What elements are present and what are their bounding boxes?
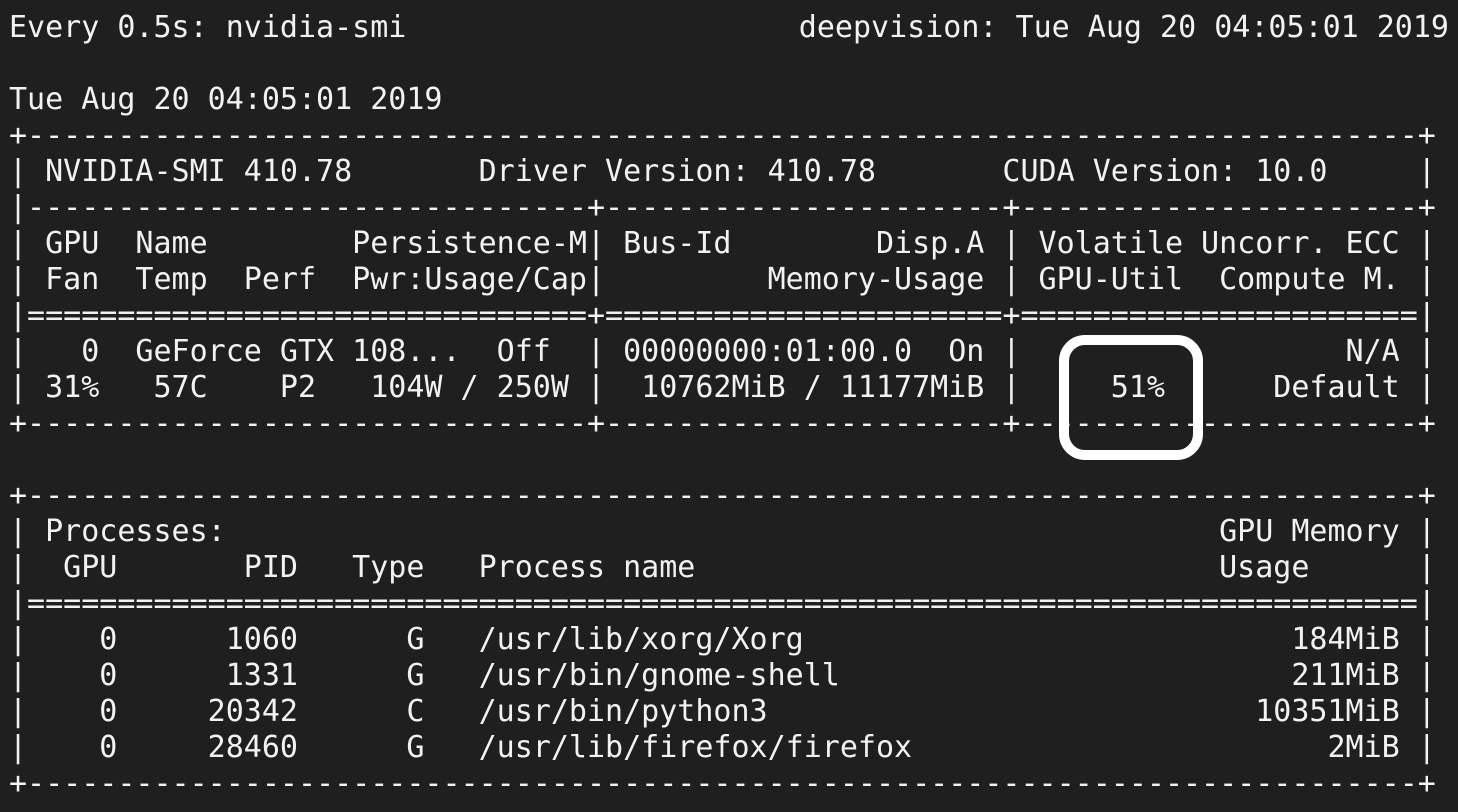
process-table-line: | Processes: GPU Memory | <box>9 514 1436 549</box>
gpu-table-line: | 0 GeForce GTX 108... Off | 00000000:01… <box>9 334 1436 369</box>
gpu-table-line: | 31% 57C P2 104W / 250W | 10762MiB / 11… <box>9 370 1436 405</box>
gpu-table-line: |===============================+=======… <box>9 298 1436 333</box>
process-row: | 0 28460 G /usr/lib/firefox/firefox 2Mi… <box>9 730 1436 765</box>
process-table: +---------------------------------------… <box>9 478 1449 802</box>
host-time: deepvision: Tue Aug 20 04:05:01 2019 <box>798 10 1449 45</box>
process-table-line: |=======================================… <box>9 586 1436 621</box>
process-table-line: | GPU PID Type Process name Usage | <box>9 550 1436 585</box>
gpu-table-line: | Fan Temp Perf Pwr:Usage/Cap| Memory-Us… <box>9 262 1436 297</box>
gpu-table-line: | GPU Name Persistence-M| Bus-Id Disp.A … <box>9 226 1436 261</box>
watch-header: Every 0.5s: nvidia-smi deepvision: Tue A… <box>9 10 1449 46</box>
gpu-table-line: | NVIDIA-SMI 410.78 Driver Version: 410.… <box>9 154 1436 189</box>
watch-command: Every 0.5s: nvidia-smi <box>9 10 407 45</box>
process-table-line: +---------------------------------------… <box>9 766 1436 801</box>
process-row: | 0 20342 C /usr/bin/python3 10351MiB | <box>9 694 1436 729</box>
gpu-table-line: +---------------------------------------… <box>9 118 1436 153</box>
terminal-output: Every 0.5s: nvidia-smi deepvision: Tue A… <box>9 10 1449 802</box>
gpu-table: +---------------------------------------… <box>9 118 1449 442</box>
gpu-util-highlight-box <box>1059 335 1203 460</box>
timestamp: Tue Aug 20 04:05:01 2019 <box>9 82 443 117</box>
gpu-table-line: |-------------------------------+-------… <box>9 190 1436 225</box>
process-table-line: +---------------------------------------… <box>9 478 1436 513</box>
gpu-table-line: +-------------------------------+-------… <box>9 406 1436 441</box>
process-row: | 0 1060 G /usr/lib/xorg/Xorg 184MiB | <box>9 622 1436 657</box>
process-row: | 0 1331 G /usr/bin/gnome-shell 211MiB | <box>9 658 1436 693</box>
